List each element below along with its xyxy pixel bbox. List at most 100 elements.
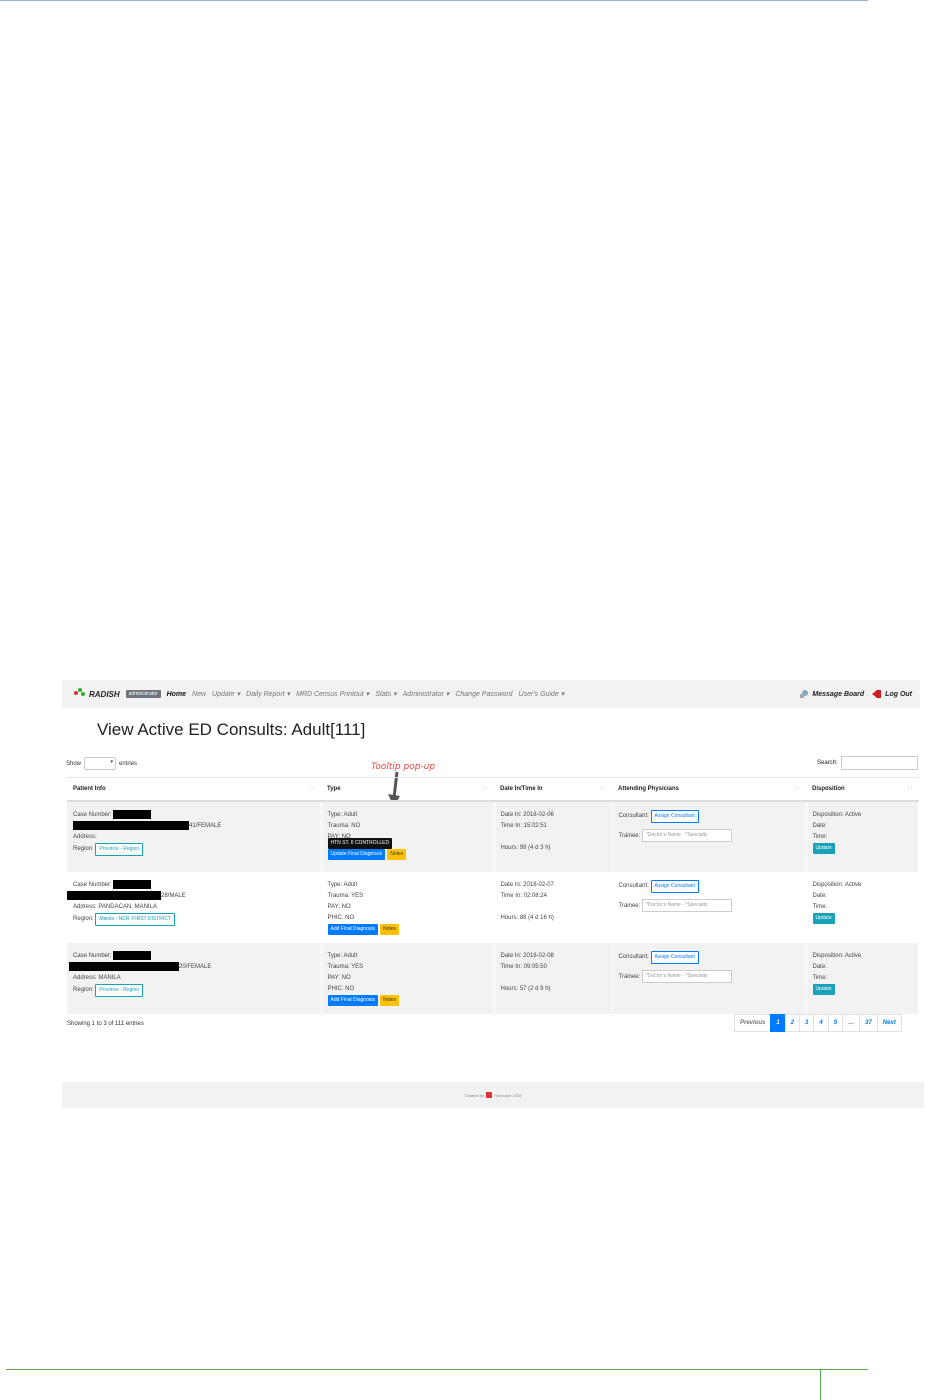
patient-info-cell: Case Number: 28/MALE Address: PANDACAN, … — [67, 872, 322, 943]
time-in: Time In: 02:08:24 — [500, 893, 547, 899]
time-in: Time In: 09:05:50 — [500, 964, 547, 970]
notes-button[interactable]: Notes — [379, 924, 400, 935]
sort-icon: ↑↓ — [600, 785, 606, 791]
redacted-block — [113, 880, 152, 889]
credit-prefix: Created by — [464, 1092, 485, 1098]
tooltip-annotation: Tooltip pop-up — [371, 762, 436, 772]
redacted-block — [73, 821, 189, 831]
time-in: Time In: 15:02:51 — [500, 823, 547, 829]
message-board-link[interactable]: Message Board — [799, 689, 864, 699]
pay-status: PAY: NO — [327, 975, 351, 981]
log-out-label: Log Out — [885, 690, 912, 698]
region-button[interactable]: Province - Region — [95, 984, 144, 998]
region-label: Region: — [73, 846, 94, 853]
trainee-label: Trainee: — [618, 903, 641, 910]
trainee-input[interactable]: *Doctor's Name - *Specialty — [641, 970, 732, 983]
table-header-row: Patient Info ↑↓ Type ↑↓ Date In/Time In ↑↓ … — [67, 777, 919, 802]
col-patient-info[interactable]: Patient Info ↑↓ — [67, 777, 321, 802]
nav-mrd-census[interactable]: MRD Census Printout ▾ — [296, 690, 369, 698]
add-final-diagnosis-button[interactable]: Add Final Diagnosis — [327, 995, 378, 1006]
notes-button[interactable]: Notes — [387, 849, 407, 860]
disposition-time: Time: — [812, 834, 828, 840]
credit-suffix: Hurricane 2018 — [494, 1092, 522, 1098]
redacted-block — [113, 810, 152, 819]
age-sex: 41/FEMALE — [189, 823, 222, 830]
date-cell: Date In: 2018-02-08 Time In: 09:05:50 Ho… — [494, 943, 613, 1014]
trauma-status: Trauma: YES — [327, 964, 364, 970]
page-previous[interactable]: Previous — [734, 1014, 772, 1032]
assign-consultant-button[interactable]: Assign Consultant — [650, 951, 699, 964]
address: Address: MANILA — [73, 975, 121, 982]
region-button[interactable]: Manila - NCR, FIRST DISTRICT — [95, 913, 175, 927]
brand-name[interactable]: RADISH — [89, 690, 120, 699]
case-number-label: Case Number: — [73, 882, 112, 889]
page-37[interactable]: 37 — [859, 1014, 878, 1032]
phic-status: PHIC: NO — [327, 986, 355, 992]
nav-update[interactable]: Update ▾ — [212, 690, 240, 698]
date-cell: Date In: 2018-02-06 Time In: 15:02:51 Ho… — [494, 801, 613, 872]
page-5[interactable]: 5 — [827, 1014, 844, 1032]
nav-new[interactable]: New — [192, 691, 206, 698]
type-cell: Type: Adult Trauma: YES PAY: NO PHIC: NO… — [321, 943, 495, 1014]
nav-users-guide[interactable]: User's Guide ▾ — [519, 690, 565, 698]
disposition-cell: Disposition: Active Date: Time: Update — [806, 801, 919, 872]
sort-icon: ↑↓ — [309, 785, 315, 791]
disposition-cell: Disposition: Active Date: Time: Update — [806, 872, 919, 943]
trainee-label: Trainee: — [618, 974, 641, 981]
nav-administrator[interactable]: Administrator ▾ — [403, 690, 450, 698]
trainee-input[interactable]: *Doctor's Name - *Specialty — [641, 829, 732, 842]
add-final-diagnosis-button[interactable]: Add Final Diagnosis — [327, 924, 378, 935]
region-label: Region: — [73, 916, 94, 923]
redacted-block — [67, 891, 161, 901]
trauma-status: Trauma: NO — [327, 823, 361, 829]
showing-entries-text: Showing 1 to 3 of 111 entries — [67, 1021, 144, 1027]
log-out-link[interactable]: Log Out — [872, 689, 912, 699]
address: Address: — [73, 834, 97, 841]
message-board-label: Message Board — [812, 690, 865, 698]
nav-right: Message Board Log Out — [791, 689, 912, 699]
search-label: Search: — [817, 760, 838, 766]
update-final-diagnosis-button[interactable]: Update Final Diagnosis — [327, 849, 386, 860]
consultant-label: Consultant: — [618, 813, 649, 819]
attending-cell: Consultant: Assign Consultant Trainee: *… — [612, 943, 807, 1014]
assign-consultant-button[interactable]: Assign Consultant — [650, 810, 699, 823]
consults-table: Patient Info ↑↓ Type ↑↓ Date In/Time In ↑↓ … — [67, 777, 919, 1014]
update-button[interactable]: Update — [812, 913, 835, 924]
disposition-cell: Disposition: Active Date: Time: Update — [806, 943, 919, 1014]
page-next[interactable]: Next — [876, 1014, 902, 1032]
radish-logo-icon — [74, 688, 86, 700]
nav-home[interactable]: Home — [167, 691, 186, 698]
document-top-rule — [0, 0, 868, 1]
trauma-status: Trauma: YES — [327, 893, 364, 899]
page-4[interactable]: 4 — [813, 1014, 829, 1032]
pagination: Previous 1 2 3 4 5 … 37 Next — [734, 1014, 902, 1032]
search-input[interactable] — [840, 756, 918, 770]
assign-consultant-button[interactable]: Assign Consultant — [650, 880, 699, 893]
date-cell: Date In: 2018-02-07 Time In: 02:08:24 Ho… — [494, 872, 613, 943]
address: Address: PANDACAN, MANILA — [73, 904, 157, 911]
nav-daily-report[interactable]: Daily Report ▾ — [246, 690, 290, 698]
nav-stats[interactable]: Stats ▾ — [375, 690, 396, 698]
date-in: Date In: 2018-02-06 — [500, 812, 554, 818]
document-bottom-rule — [6, 1369, 868, 1370]
attending-cell: Consultant: Assign Consultant Trainee: *… — [612, 801, 807, 872]
hours: Hours: 99 (4 d 3 h) — [500, 845, 551, 851]
patient-info-cell: Case Number: 20/FEMALE Address: MANILA R… — [67, 943, 322, 1014]
update-button[interactable]: Update — [812, 843, 835, 854]
page-title: View Active ED Consults: Adult[111] — [97, 720, 366, 739]
age-sex: 28/MALE — [161, 893, 186, 900]
entries-select[interactable] — [84, 757, 117, 770]
region-button[interactable]: Province - Region — [95, 843, 144, 857]
trainee-input[interactable]: *Doctor's Name - *Specialty — [641, 899, 732, 912]
page-1[interactable]: 1 — [770, 1014, 786, 1032]
nav-change-password[interactable]: Change Password — [455, 691, 512, 698]
col-disposition[interactable]: Disposition ↑↓ — [806, 777, 919, 802]
update-button[interactable]: Update — [812, 984, 835, 995]
col-type[interactable]: Type ↑↓ — [321, 777, 494, 802]
patient-type: Type: Adult — [327, 953, 358, 959]
notes-button[interactable]: Notes — [379, 995, 400, 1006]
col-date-in[interactable]: Date In/Time In ↑↓ — [494, 777, 612, 802]
page-3[interactable]: 3 — [799, 1014, 815, 1032]
col-attending[interactable]: Attending Physicians ↑↓ — [612, 777, 806, 802]
page-2[interactable]: 2 — [784, 1014, 801, 1032]
